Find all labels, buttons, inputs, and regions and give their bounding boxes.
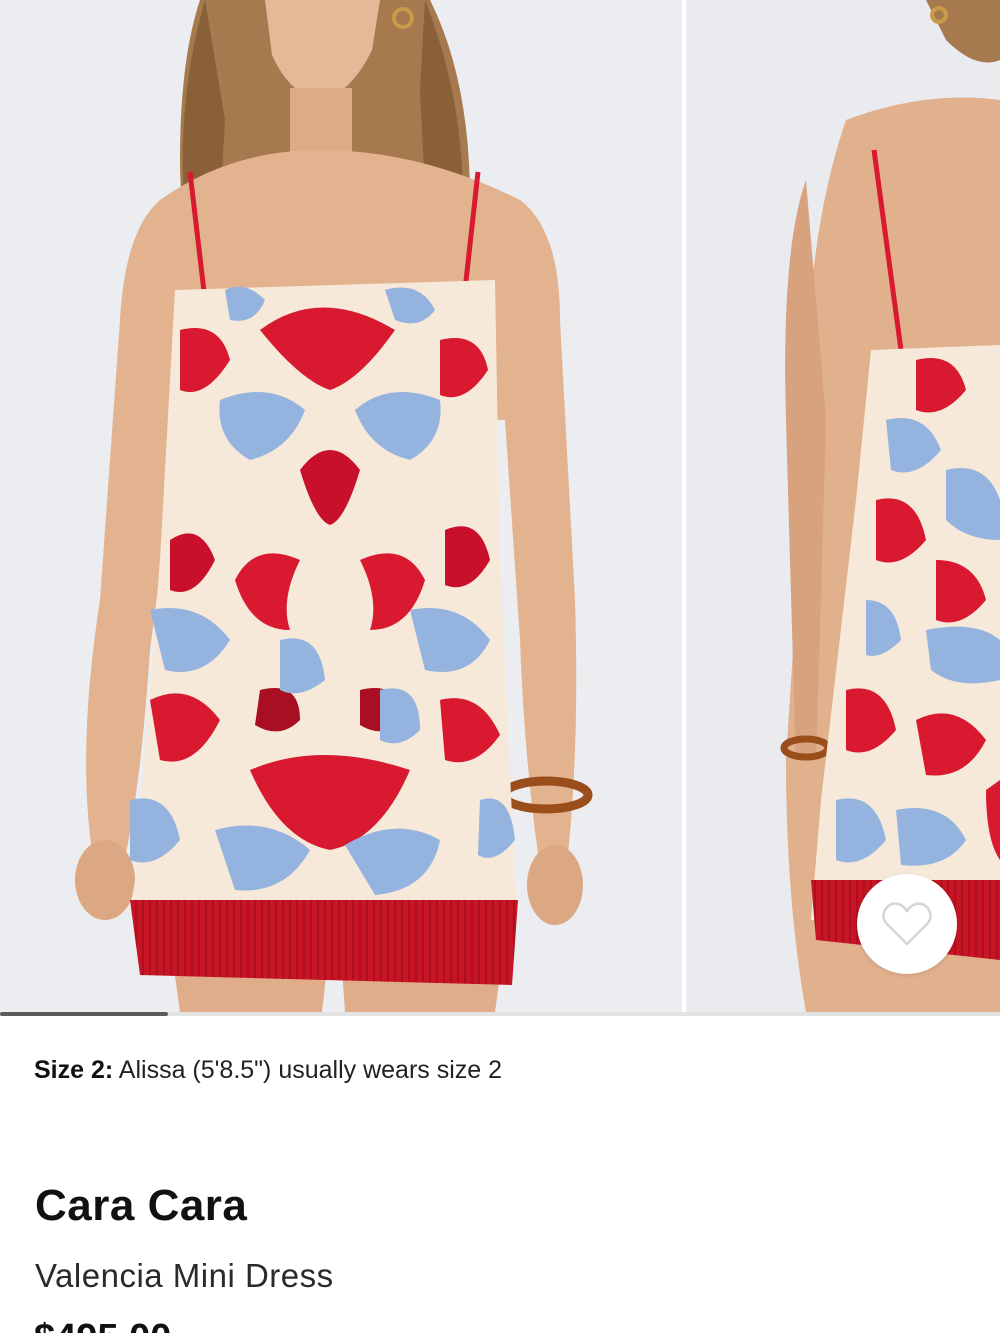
size-note-text: Alissa (5'8.5") usually wears size 2 <box>118 1056 503 1084</box>
product-image-front[interactable] <box>0 0 682 1012</box>
product-image-back[interactable] <box>686 0 1000 1012</box>
dress-back-illustration <box>686 0 1000 1012</box>
carousel-progress-thumb[interactable] <box>0 1012 168 1016</box>
product-name: Valencia Mini Dress <box>35 1257 334 1294</box>
heart-outline-icon <box>882 902 932 946</box>
brand-name[interactable]: Cara Cara <box>35 1180 247 1232</box>
wishlist-button[interactable] <box>857 874 957 974</box>
product-image-carousel[interactable] <box>0 0 1000 1016</box>
carousel-progress-track[interactable] <box>0 1012 1000 1016</box>
size-note: Size 2: Alissa (5'8.5") usually wears si… <box>34 1054 502 1086</box>
dress-front-illustration <box>0 0 682 1012</box>
product-price: $495.00 <box>34 1316 171 1333</box>
size-note-label: Size 2: <box>34 1056 114 1084</box>
product-page: Size 2: Alissa (5'8.5") usually wears si… <box>0 0 1000 1333</box>
